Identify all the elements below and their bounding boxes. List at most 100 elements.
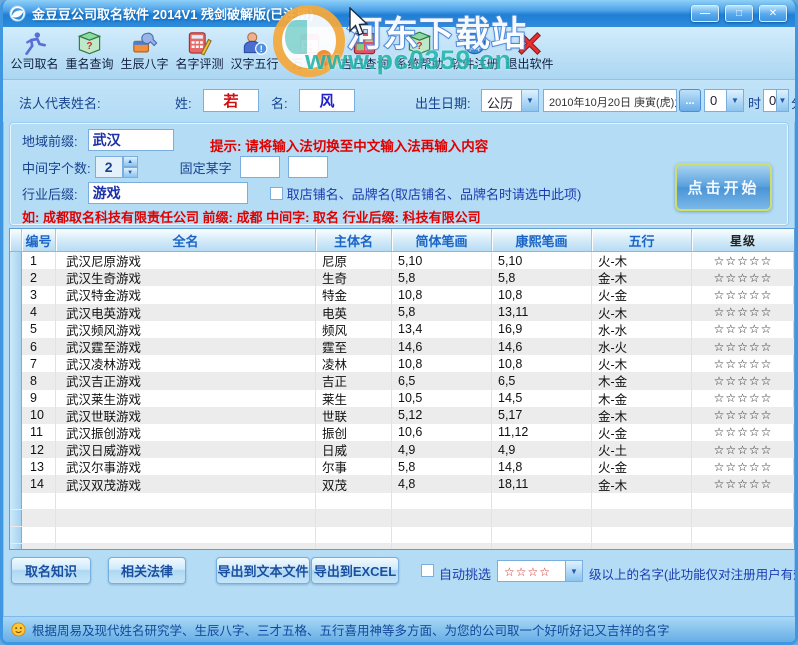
cell-kangxi-strokes: 14,8 — [492, 458, 592, 476]
start-button[interactable]: 点击开始 — [675, 163, 772, 211]
table-row[interactable]: 4 武汉电英游戏 电英 5,8 13,11 火-木 ☆☆☆☆☆ — [10, 303, 794, 321]
naming-knowledge-button[interactable]: 取名知识 — [11, 557, 91, 584]
col-header-five-elements[interactable]: 五行 — [592, 229, 692, 251]
svg-text:?: ? — [86, 41, 92, 52]
col-header-full-name[interactable]: 全名 — [56, 229, 316, 251]
close-button[interactable]: ✕ — [759, 5, 787, 22]
cell-simplified-strokes — [392, 509, 492, 526]
col-header-stars[interactable]: 星级 — [692, 229, 794, 251]
industry-suffix-label: 行业后缀: — [22, 186, 78, 202]
export-text-button[interactable]: 导出到文本文件 — [216, 557, 310, 584]
table-row[interactable]: 11 武汉振创游戏 振创 10,6 11,12 火-金 ☆☆☆☆☆ — [10, 423, 794, 442]
cell-no: 8 — [22, 372, 56, 390]
globe-icon — [463, 32, 486, 55]
table-row[interactable]: 2 武汉生奇游戏 生奇 5,8 5,8 金-木 ☆☆☆☆☆ — [10, 269, 794, 287]
toolbar-birth-bazi[interactable]: 生辰八字 — [117, 30, 172, 78]
cell-kangxi-strokes: 10,8 — [492, 286, 592, 304]
minimize-button[interactable]: — — [691, 5, 719, 22]
cell-simplified-strokes: 13,4 — [392, 320, 492, 338]
table-body: 1 武汉尼原游戏 尼原 5,10 5,10 火-木 ☆☆☆☆☆ 2 武汉生奇游戏 生奇 5,8 5,8… — [10, 252, 794, 549]
toolbar-system-help[interactable]: ? 系统帮助 — [392, 30, 447, 78]
hour-select[interactable]: 0 ▼ — [704, 89, 744, 112]
cell-kangxi-strokes: 16,9 — [492, 320, 592, 338]
row-selector — [10, 372, 22, 390]
cell-simplified-strokes: 5,8 — [392, 458, 492, 476]
cell-full-name: 武汉特金游戏 — [56, 286, 316, 304]
cell-five-elements: 火-金 — [592, 423, 692, 442]
col-header-simplified-strokes[interactable]: 简体笔画 — [392, 229, 492, 251]
cell-main-name — [316, 544, 392, 549]
hour-unit-label: 时 — [748, 96, 762, 111]
table-row[interactable]: 6 武汉霆至游戏 霆至 14,6 14,6 水-火 ☆☆☆☆☆ — [10, 337, 794, 356]
cell-kangxi-strokes: 5,8 — [492, 269, 592, 287]
export-excel-button[interactable]: 导出到EXCEL — [311, 557, 399, 584]
toolbar-company-naming[interactable]: 公司取名 — [7, 30, 62, 78]
col-header-kangxi-strokes[interactable]: 康熙笔画 — [492, 229, 592, 251]
table-row[interactable]: 8 武汉吉正游戏 吉正 6,5 6,5 木-金 ☆☆☆☆☆ — [10, 372, 794, 390]
row-selector — [10, 475, 22, 493]
cell-simplified-strokes: 4,8 — [392, 475, 492, 493]
cell-stars: ☆☆☆☆☆ — [713, 322, 773, 337]
toolbar-perpetual-calendar[interactable]: 万年历 — [282, 30, 337, 78]
table-row[interactable]: 12 武汉日威游戏 日威 4,9 4,9 火-土 ☆☆☆☆☆ — [10, 441, 794, 459]
col-header-no[interactable]: 编号 — [22, 229, 56, 251]
table-row[interactable]: 5 武汉频风游戏 频风 13,4 16,9 水-水 ☆☆☆☆☆ — [10, 320, 794, 338]
cell-five-elements — [592, 527, 692, 544]
minute-select[interactable]: 0 ▼ — [763, 89, 789, 112]
toolbar-name-evaluation[interactable]: 名字评测 — [172, 30, 227, 78]
shop-name-checkbox[interactable] — [269, 186, 283, 200]
status-bar: 根据周易及现代姓名研究学、生辰八字、三才五格、五行喜用神等多方面、为您的公司取一… — [3, 616, 795, 642]
cell-no: 10 — [22, 406, 56, 424]
date-picker-button[interactable]: ... — [679, 89, 701, 112]
chevron-down-icon[interactable]: ▼ — [776, 90, 788, 111]
cell-no: 4 — [22, 303, 56, 321]
related-law-button[interactable]: 相关法律 — [108, 557, 186, 584]
table-row[interactable]: 3 武汉特金游戏 特金 10,8 10,8 火-金 ☆☆☆☆☆ — [10, 286, 794, 304]
col-header-main-name[interactable]: 主体名 — [316, 229, 392, 251]
chevron-down-icon[interactable]: ▼ — [726, 90, 743, 111]
cell-five-elements: 木-金 — [592, 389, 692, 407]
toolbar-duplicate-name-search[interactable]: ? 重名查询 — [62, 30, 117, 78]
cell-stars: ☆☆☆☆☆ — [713, 425, 773, 440]
cell-five-elements — [592, 509, 692, 526]
cell-five-elements: 火-土 — [592, 441, 692, 459]
auto-select-checkbox[interactable] — [421, 564, 434, 577]
row-selector — [10, 252, 22, 270]
given-name-field[interactable] — [299, 89, 355, 112]
cell-full-name: 武汉吉正游戏 — [56, 372, 316, 390]
star-filter-select[interactable]: ☆☆☆☆ ▼ — [497, 560, 583, 582]
toolbar-software-register[interactable]: 软件注册 — [447, 30, 502, 78]
toolbar-auspicious-day-search[interactable]: 吉日查询 — [337, 30, 392, 78]
window-title: 金豆豆公司取名软件 2014V1 残剑破解版(已注册) — [32, 7, 314, 22]
table-row[interactable]: 13 武汉尔事游戏 尔事 5,8 14,8 火-金 ☆☆☆☆☆ — [10, 458, 794, 476]
cell-simplified-strokes — [392, 544, 492, 549]
maximize-button[interactable]: □ — [725, 5, 753, 22]
fixed-char-field-1[interactable] — [239, 156, 280, 178]
row-selector — [10, 355, 22, 373]
toolbar-exit-software[interactable]: 退出软件 — [502, 30, 557, 78]
stepper-up-icon[interactable]: ▲ — [122, 156, 138, 167]
chevron-down-icon[interactable]: ▼ — [521, 90, 538, 111]
cell-kangxi-strokes: 10,8 — [492, 355, 592, 373]
table-row[interactable]: 7 武汉凌林游戏 凌林 10,8 10,8 火-木 ☆☆☆☆☆ — [10, 355, 794, 373]
row-selector — [10, 458, 22, 476]
middle-char-count-stepper[interactable]: 2 ▲ ▼ — [94, 156, 138, 178]
calendar-type-select[interactable]: 公历 ▼ — [481, 89, 539, 112]
fixed-char-label: 固定某字 — [179, 160, 232, 176]
surname-field[interactable] — [203, 89, 259, 112]
table-row[interactable]: 9 武汉莱生游戏 莱生 10,5 14,5 木-金 ☆☆☆☆☆ — [10, 389, 794, 407]
table-row[interactable]: 1 武汉尼原游戏 尼原 5,10 5,10 火-木 ☆☆☆☆☆ — [10, 252, 794, 270]
table-row[interactable]: 10 武汉世联游戏 世联 5,12 5,17 金-木 ☆☆☆☆☆ — [10, 406, 794, 424]
toolbar-hanzi-wuxing[interactable]: ! 汉字五行 — [227, 30, 282, 78]
industry-suffix-field[interactable] — [87, 182, 248, 204]
chevron-down-icon[interactable]: ▼ — [565, 561, 582, 581]
fixed-char-field-2[interactable] — [287, 156, 328, 178]
cell-main-name — [316, 527, 392, 544]
cell-simplified-strokes: 6,5 — [392, 372, 492, 390]
cell-kangxi-strokes — [492, 492, 592, 509]
cell-five-elements: 木-金 — [592, 372, 692, 390]
table-row[interactable]: 14 武汉双茂游戏 双茂 4,8 18,11 金-木 ☆☆☆☆☆ — [10, 475, 794, 493]
region-prefix-field[interactable] — [87, 129, 174, 151]
birth-date-field[interactable]: 2010年10月20日 庚寅(虎)九月十三 — [543, 89, 677, 112]
stepper-down-icon[interactable]: ▼ — [122, 167, 138, 178]
